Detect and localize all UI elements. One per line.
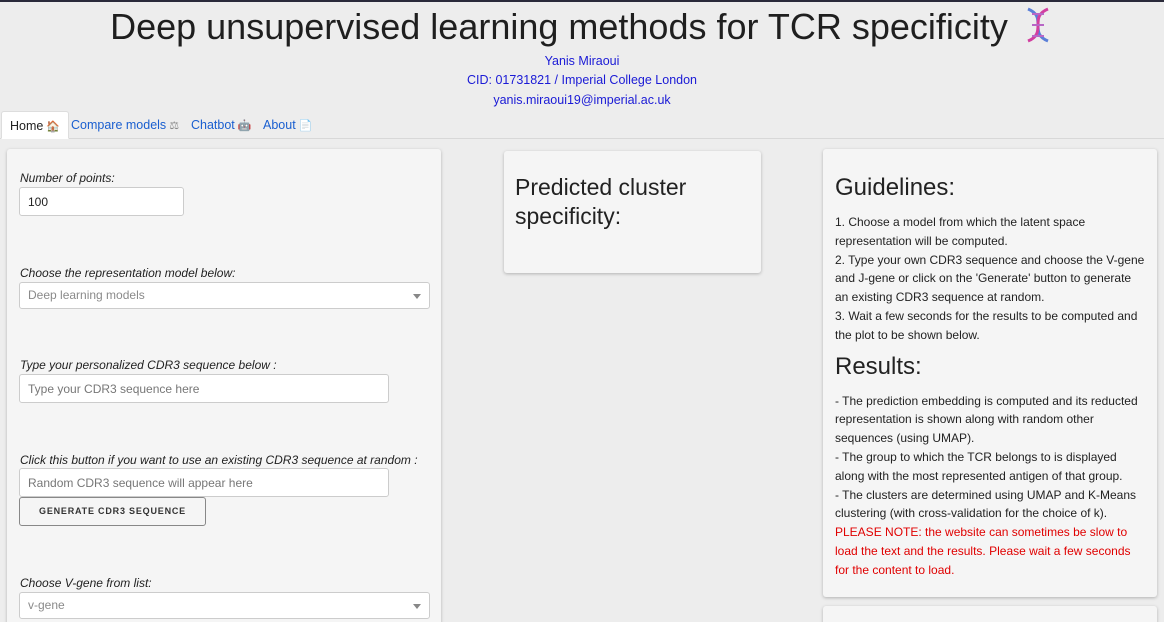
page-title-text: Deep unsupervised learning methods for T… — [110, 6, 1008, 47]
vgene-select-placeholder: v-gene — [28, 598, 65, 612]
random-cdr3-output[interactable] — [19, 468, 389, 497]
page-header: Deep unsupervised learning methods for T… — [0, 2, 1164, 111]
tab-home-label: Home — [10, 119, 44, 133]
results-title: Results: — [835, 352, 922, 380]
tab-compare-label: Compare models — [71, 118, 167, 132]
prediction-title: Predicted cluster specificity: — [515, 174, 687, 229]
input-panel: Number of points: Choose the representat… — [7, 149, 441, 622]
generate-cdr3-button[interactable]: GENERATE CDR3 SEQUENCE — [19, 497, 206, 526]
model-select[interactable]: Deep learning models — [19, 282, 430, 309]
results-point: - The prediction embedding is computed a… — [835, 393, 1138, 446]
tab-chatbot[interactable]: Chatbot 🤖 — [183, 111, 259, 139]
author-cid: CID: 01731821 / Imperial College London — [466, 73, 697, 88]
guidelines-content: Guidelines: 1. Choose a model from which… — [835, 174, 1147, 580]
prediction-panel: Predicted cluster specificity: — [504, 151, 761, 273]
cdr3-label: Type your personalized CDR3 sequence bel… — [20, 358, 277, 372]
robot-icon: 🤖 — [237, 120, 252, 132]
tab-bar: Home 🏠 Compare models ⚖ Chatbot 🤖 About 📄 — [0, 111, 1164, 139]
tab-home[interactable]: Home 🏠 — [1, 111, 70, 139]
results-point: - The clusters are determined using UMAP… — [835, 487, 1137, 521]
cdr3-input[interactable] — [19, 374, 389, 403]
model-label: Choose the representation model below: — [20, 266, 236, 280]
chevron-down-icon — [413, 294, 421, 299]
guideline-step: 3. Wait a few seconds for the results to… — [835, 308, 1138, 342]
random-cdr3-label: Click this button if you want to use an … — [20, 453, 418, 467]
author-name: Yanis Miraoui — [544, 53, 620, 68]
loading-warning: PLEASE NOTE: the website can sometimes b… — [835, 525, 1131, 577]
guidelines-panel: Guidelines: 1. Choose a model from which… — [823, 149, 1157, 597]
page-title: Deep unsupervised learning methods for T… — [0, 2, 1164, 52]
page-icon: 📄 — [298, 120, 313, 132]
guideline-step: 2. Type your own CDR3 sequence and choos… — [835, 252, 1145, 305]
tab-chatbot-label: Chatbot — [191, 118, 235, 132]
chevron-down-icon — [413, 604, 421, 609]
plot-panel — [823, 606, 1157, 622]
tab-about[interactable]: About 📄 — [255, 111, 320, 139]
house-icon: 🏠 — [46, 121, 61, 133]
dna-icon — [1022, 7, 1054, 52]
vgene-select[interactable]: v-gene — [19, 592, 430, 619]
tab-about-label: About — [263, 118, 296, 132]
vgene-label: Choose V-gene from list: — [20, 576, 152, 590]
tab-compare-models[interactable]: Compare models ⚖ — [63, 111, 187, 139]
scales-icon: ⚖ — [169, 120, 180, 132]
author-email[interactable]: yanis.miraoui19@imperial.ac.uk — [0, 91, 1164, 111]
num-points-label: Number of points: — [20, 171, 115, 185]
num-points-input[interactable] — [19, 187, 184, 216]
model-select-placeholder: Deep learning models — [28, 288, 145, 302]
guideline-step: 1. Choose a model from which the latent … — [835, 215, 1086, 248]
guidelines-title: Guidelines: — [835, 174, 956, 201]
results-point: - The group to which the TCR belongs to … — [835, 449, 1123, 483]
